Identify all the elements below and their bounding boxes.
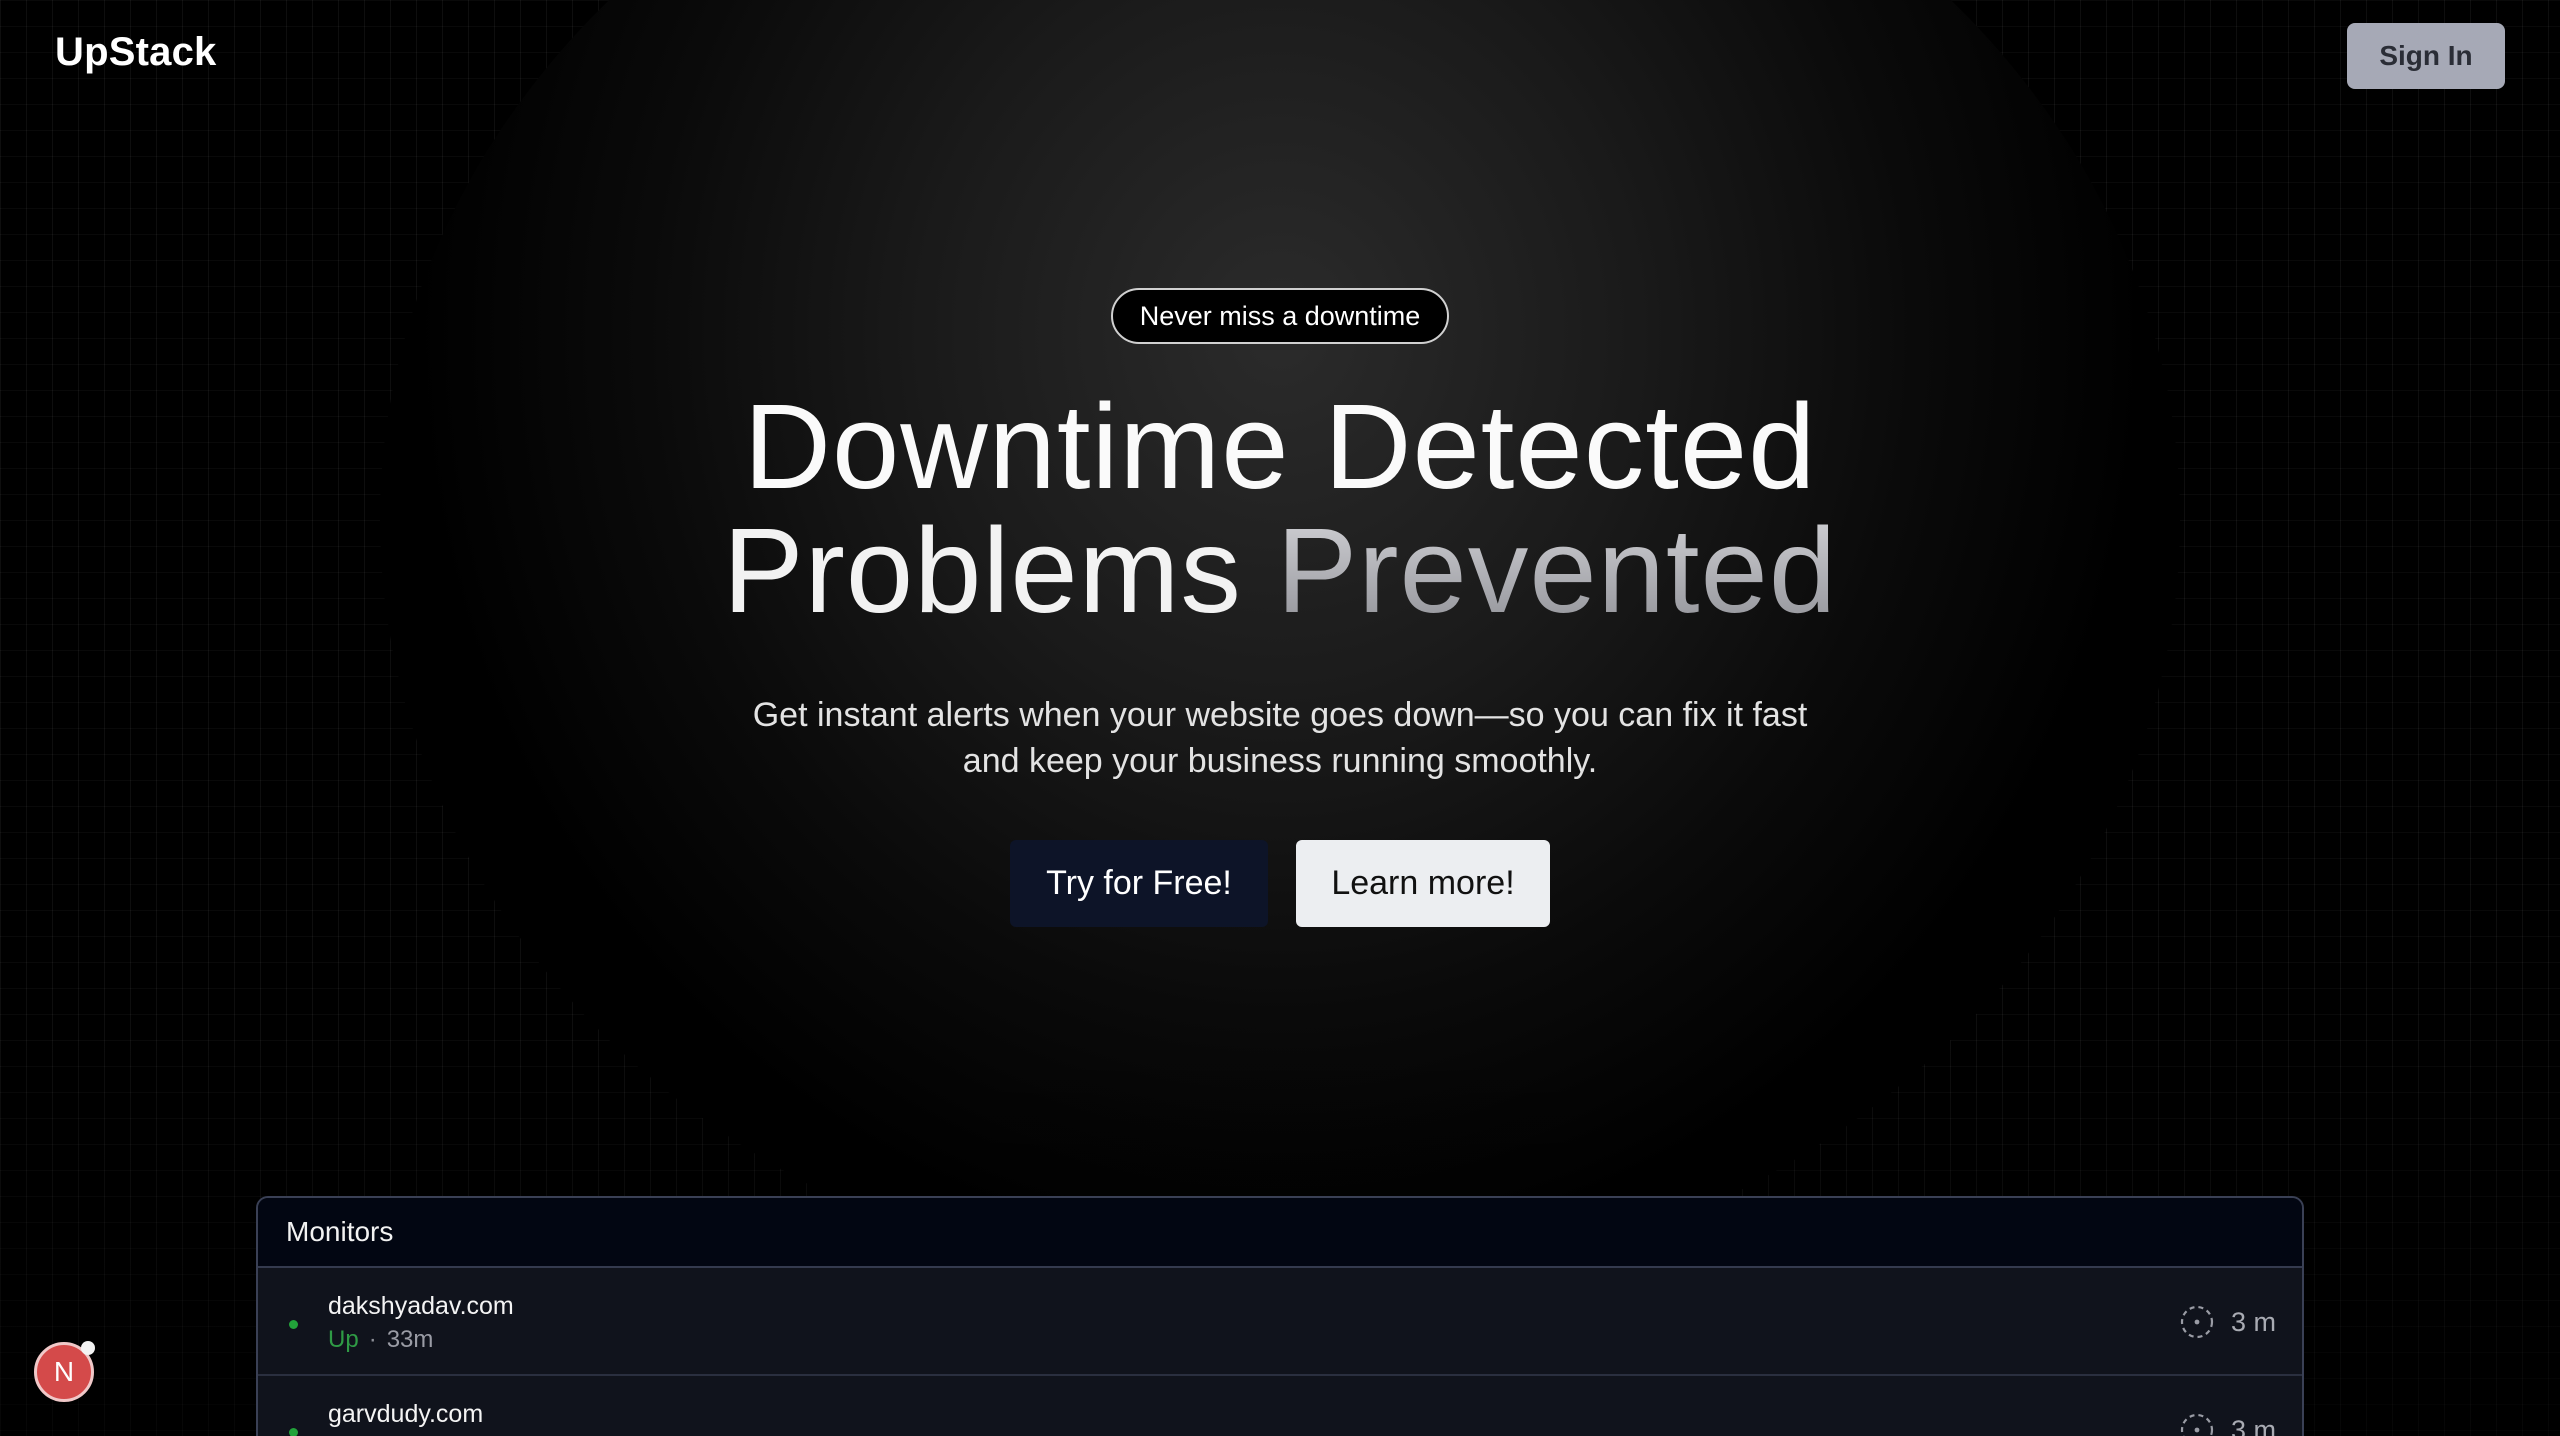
headline-line-1: Downtime Detected — [743, 378, 1817, 514]
notification-dot-icon — [81, 1341, 95, 1355]
monitor-name[interactable]: dakshyadav.com — [328, 1292, 514, 1321]
hero-badge: Never miss a downtime — [1110, 288, 1450, 344]
dashed-circle-clock-icon — [2180, 1413, 2214, 1436]
monitors-title: Monitors — [258, 1198, 2302, 1268]
try-for-free-button[interactable]: Try for Free! — [1010, 840, 1268, 927]
monitor-uptime: 33m — [386, 1326, 434, 1353]
status-dot-icon — [289, 1428, 298, 1436]
monitors-panel: Monitors dakshyadav.com Up · 33m 3 m garvd… — [256, 1196, 2304, 1436]
hero-headline: Downtime Detected Problems Prevented — [0, 384, 2560, 632]
n-badge-letter: N — [53, 1356, 75, 1387]
cta-row: Try for Free! Learn more! — [0, 840, 2560, 927]
brand-logo[interactable]: UpStack — [55, 30, 216, 75]
headline-line-2-part-2: Prevented — [1276, 502, 1838, 638]
monitor-row[interactable]: garvdudy.com Up·33m 3 m — [258, 1376, 2302, 1436]
sign-in-button[interactable]: Sign In — [2347, 23, 2505, 89]
monitor-row[interactable]: dakshyadav.com Up · 33m 3 m — [258, 1268, 2302, 1376]
monitor-interval-value: 3 m — [2230, 1306, 2276, 1337]
hero-subtitle: Get instant alerts when your website goe… — [752, 696, 1808, 780]
status-dot-icon — [289, 1320, 298, 1329]
monitor-meta: Up · 33m — [328, 1326, 433, 1354]
monitor-interval: 3 m — [2179, 1304, 2276, 1340]
headline-line-2-part-1: Problems — [722, 502, 1242, 638]
meta-separator: · — [368, 1326, 377, 1353]
dashed-circle-clock-icon — [2180, 1305, 2214, 1339]
page: UpStack Sign In Never miss a downtime Do… — [0, 0, 2560, 1436]
monitor-status: Up — [328, 1326, 359, 1353]
monitor-interval: 3 m — [2179, 1412, 2276, 1436]
monitor-name[interactable]: garvdudy.com — [328, 1400, 483, 1429]
monitor-interval-value: 3 m — [2230, 1414, 2276, 1436]
learn-more-button[interactable]: Learn more! — [1296, 840, 1550, 927]
n-badge-button[interactable]: N — [34, 1341, 95, 1402]
hero-section: Never miss a downtime Downtime Detected … — [0, 288, 2560, 927]
